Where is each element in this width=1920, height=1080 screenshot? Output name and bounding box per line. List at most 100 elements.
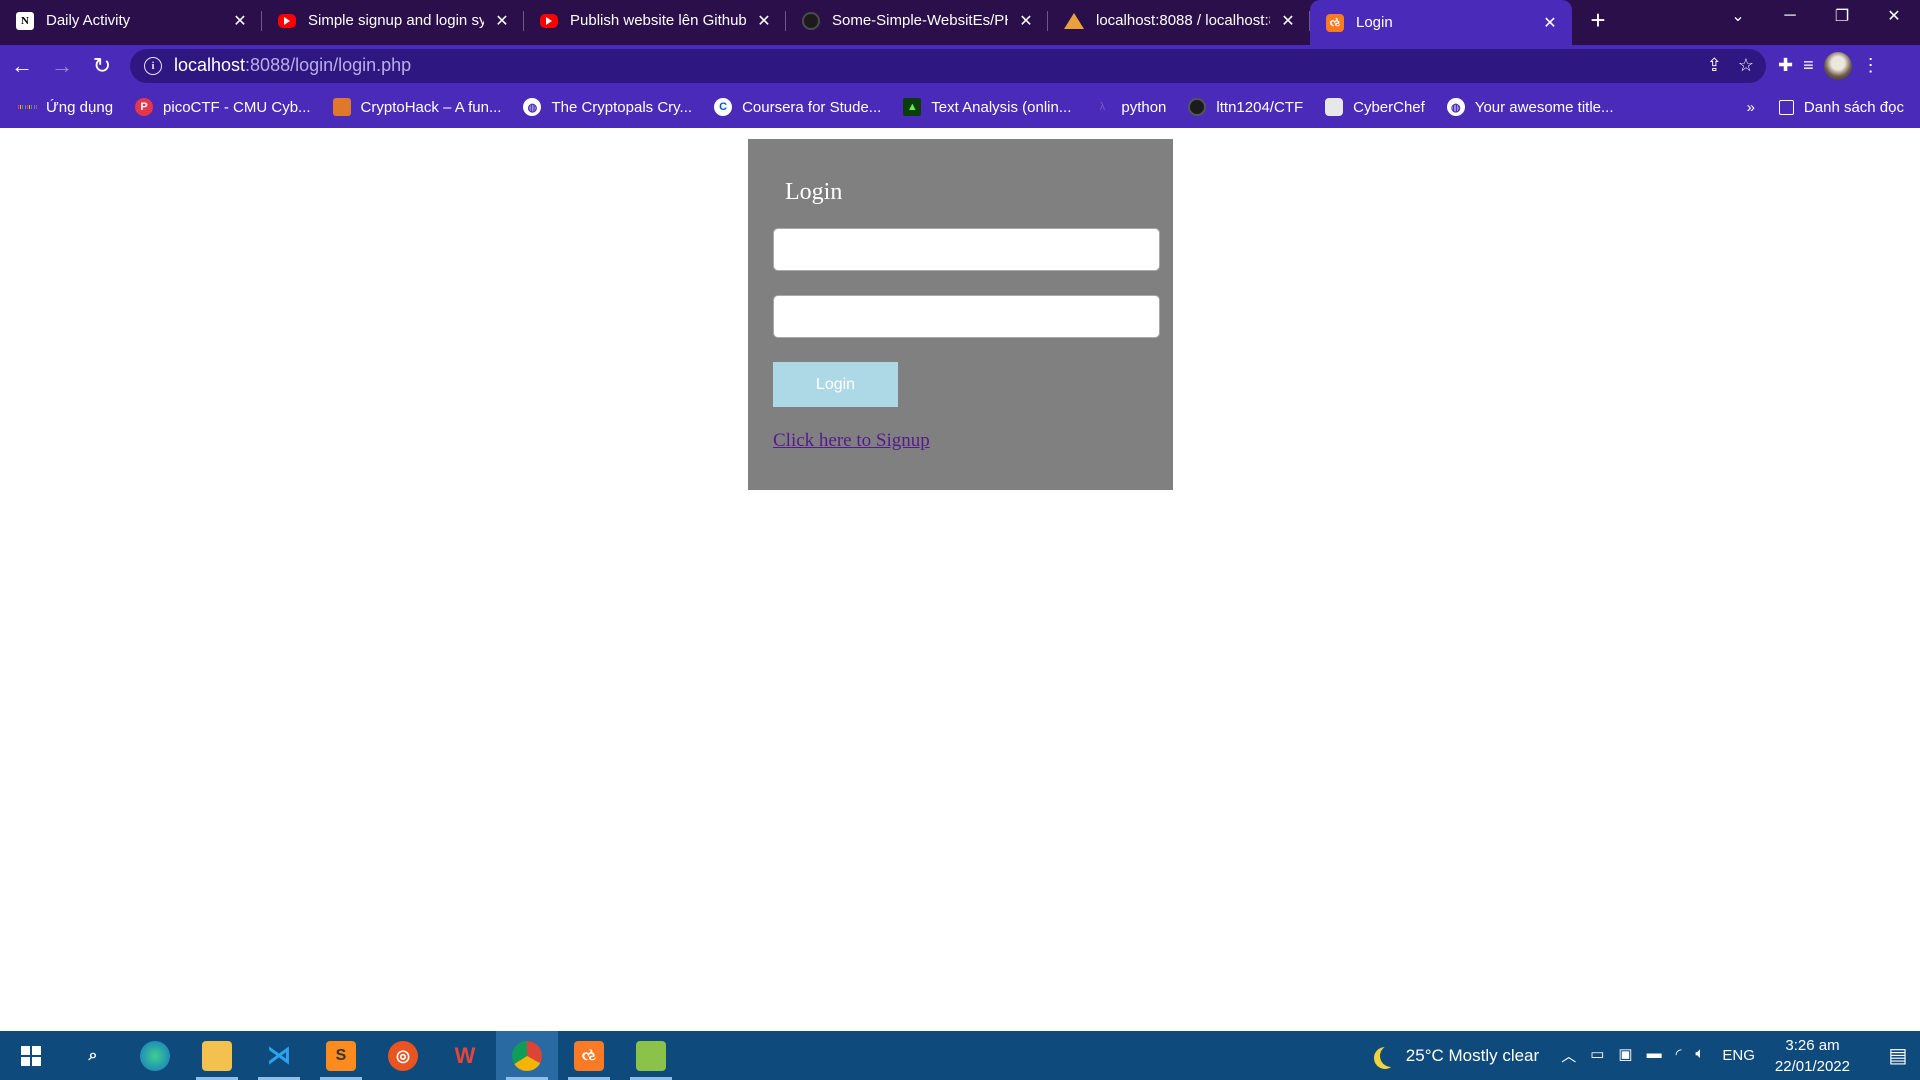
- close-icon[interactable]: ✕: [492, 11, 512, 31]
- bookmark-cyberchef[interactable]: CyberChef: [1325, 98, 1425, 116]
- bookmark-apps[interactable]: Ứng dụng: [18, 98, 113, 116]
- more-menu-icon[interactable]: ⋮: [1862, 55, 1880, 76]
- bookmarks-overflow-button[interactable]: »: [1747, 99, 1755, 116]
- taskbar-file-explorer[interactable]: [186, 1031, 248, 1080]
- notification-center-icon[interactable]: ▤: [1876, 1043, 1920, 1068]
- close-icon[interactable]: ✕: [754, 11, 774, 31]
- close-icon[interactable]: ✕: [230, 11, 250, 31]
- taskbar-ubuntu[interactable]: ◎: [372, 1031, 434, 1080]
- ubuntu-icon: ◎: [388, 1040, 418, 1071]
- minimize-button[interactable]: ─: [1764, 0, 1816, 32]
- xampp-icon: ઌ: [574, 1040, 604, 1071]
- tab-daily-activity[interactable]: N Daily Activity ✕: [0, 0, 262, 41]
- restore-button[interactable]: ❐: [1816, 0, 1868, 32]
- bookmark-label: CyberChef: [1353, 98, 1425, 116]
- url-text[interactable]: localhost:8088/login/login.php: [174, 55, 411, 76]
- bookmark-label: python: [1121, 98, 1167, 116]
- reading-list-icon: [1778, 99, 1794, 115]
- bookmark-label: Coursera for Stude...: [742, 98, 882, 116]
- android-icon: [636, 1040, 666, 1071]
- display-icon[interactable]: ▣: [1618, 1045, 1632, 1066]
- tab-search-button[interactable]: ⌄: [1712, 0, 1764, 32]
- bookmark-awesome-title[interactable]: ◍ Your awesome title...: [1446, 98, 1614, 116]
- language-indicator[interactable]: ENG: [1722, 1047, 1755, 1064]
- tab-title: Publish website lên Github: [570, 12, 746, 29]
- close-icon[interactable]: ✕: [1540, 13, 1560, 33]
- bookmark-label: Ứng dụng: [46, 98, 114, 116]
- password-input[interactable]: [773, 295, 1160, 338]
- toolbar-extensions: ✚ ≡ ⋮: [1778, 51, 1880, 80]
- clock-time: 3:26 am: [1785, 1036, 1840, 1054]
- url-host: localhost: [174, 55, 246, 75]
- windows-taskbar: ⌕ ⋊ S ◎ W ઌ 25°C Mostly clear ︿ ▭ ▣ ▬ ◜: [0, 1031, 1920, 1080]
- close-icon[interactable]: ✕: [1016, 11, 1036, 31]
- forward-button[interactable]: →: [44, 48, 80, 84]
- tab-simple-signup[interactable]: Simple signup and login sy ✕: [262, 0, 524, 41]
- tab-github-repo[interactable]: Some-Simple-WebsitEs/PHI ✕: [786, 0, 1048, 41]
- windows-start-icon: [16, 1041, 46, 1071]
- bookmark-text-analysis[interactable]: ▲ Text Analysis (onlin...: [903, 98, 1071, 116]
- moon-icon: [1380, 1045, 1402, 1067]
- bookmark-cryptopals[interactable]: ◍ The Cryptopals Cry...: [523, 98, 692, 116]
- close-icon[interactable]: ✕: [1278, 11, 1298, 31]
- bookmark-label: Text Analysis (onlin...: [931, 98, 1072, 116]
- weather-text: 25°C Mostly clear: [1405, 1045, 1540, 1065]
- taskbar-edge[interactable]: [124, 1031, 186, 1080]
- new-tab-button[interactable]: +: [1578, 0, 1618, 41]
- bookmarks-bar-end: » Danh sách đọc: [1747, 99, 1920, 116]
- edge-icon: [140, 1040, 170, 1071]
- bookmark-picoctf[interactable]: P picoCTF - CMU Cyb...: [135, 98, 311, 116]
- taskbar-vscode[interactable]: ⋊: [248, 1031, 310, 1080]
- page-viewport: Login Login Click here to Signup: [0, 128, 1920, 1031]
- username-input[interactable]: [773, 228, 1160, 271]
- bookmark-coursera[interactable]: C Coursera for Stude...: [714, 98, 881, 116]
- apps-grid-icon: [18, 98, 36, 116]
- close-window-button[interactable]: ✕: [1868, 0, 1920, 32]
- share-icon[interactable]: ⇪: [1707, 55, 1722, 76]
- meet-now-icon[interactable]: ▭: [1590, 1045, 1604, 1066]
- clock[interactable]: 3:26 am 22/01/2022: [1775, 1035, 1850, 1077]
- weather-widget[interactable]: 25°C Mostly clear: [1374, 1045, 1539, 1067]
- clock-date: 22/01/2022: [1774, 1057, 1850, 1075]
- notion-icon: N: [16, 11, 34, 30]
- start-button[interactable]: [0, 1031, 62, 1080]
- wps-office-icon: W: [454, 1042, 476, 1068]
- address-bar[interactable]: i localhost:8088/login/login.php ⇪ ☆: [130, 48, 1766, 83]
- bookmark-python[interactable]: λ python: [1093, 98, 1167, 116]
- phpmyadmin-icon: [1064, 12, 1084, 29]
- volume-icon[interactable]: 🔈︎: [1695, 1045, 1704, 1066]
- tab-login[interactable]: ઌ Login ✕: [1310, 0, 1572, 45]
- taskbar-android[interactable]: [620, 1031, 682, 1080]
- taskbar-xampp[interactable]: ઌ: [558, 1031, 620, 1080]
- tab-title: localhost:8088 / localhost:8: [1096, 12, 1270, 29]
- taskbar-wps-office[interactable]: W: [434, 1031, 496, 1080]
- chevron-up-icon[interactable]: ︿: [1561, 1045, 1576, 1066]
- bookmark-github-ctf[interactable]: lttn1204/CTF: [1188, 98, 1303, 116]
- taskbar-sublime-text[interactable]: S: [310, 1031, 372, 1080]
- taskbar-search-button[interactable]: ⌕: [62, 1031, 124, 1080]
- bookmarks-bar: Ứng dụng P picoCTF - CMU Cyb... CryptoHa…: [0, 86, 1920, 128]
- login-button[interactable]: Login: [773, 362, 898, 407]
- wifi-icon[interactable]: ◜: [1676, 1045, 1682, 1066]
- globe-icon: ◍: [523, 98, 542, 116]
- bookmark-cryptohack[interactable]: CryptoHack – A fun...: [332, 98, 501, 116]
- profile-avatar[interactable]: [1823, 51, 1852, 80]
- window-controls: ⌄ ─ ❐ ✕: [1712, 0, 1920, 32]
- address-bar-actions: ⇪ ☆: [1707, 55, 1754, 76]
- system-tray: 25°C Mostly clear ︿ ▭ ▣ ▬ ◜ 🔈︎ ENG 3:26 …: [1374, 1031, 1920, 1080]
- media-control-icon[interactable]: ≡: [1803, 55, 1814, 76]
- extensions-puzzle-icon[interactable]: ✚: [1778, 55, 1793, 76]
- youtube-icon: [278, 13, 296, 28]
- back-button[interactable]: ←: [4, 48, 40, 84]
- bookmark-star-icon[interactable]: ☆: [1738, 55, 1754, 76]
- reload-button[interactable]: ↻: [84, 48, 120, 84]
- tab-publish-website[interactable]: Publish website lên Github ✕: [524, 0, 786, 41]
- taskbar-chrome[interactable]: [496, 1031, 558, 1080]
- text-analysis-icon: ▲: [903, 98, 922, 116]
- battery-icon[interactable]: ▬: [1647, 1045, 1662, 1066]
- reading-list-button[interactable]: Danh sách đọc: [1778, 99, 1904, 116]
- tab-phpmyadmin[interactable]: localhost:8088 / localhost:8 ✕: [1048, 0, 1310, 41]
- site-info-icon[interactable]: i: [144, 56, 162, 75]
- chrome-icon: [512, 1040, 542, 1071]
- signup-link[interactable]: Click here to Signup: [773, 430, 930, 452]
